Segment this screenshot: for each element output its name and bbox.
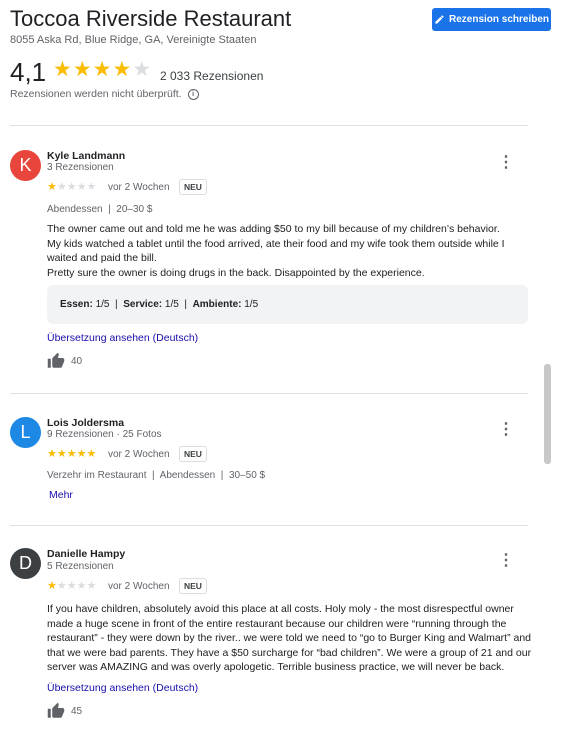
review-line: The owner came out and told me he was ad… (47, 223, 500, 235)
review-stars: ★ ★ ★ ★ ★ (47, 580, 96, 592)
star-icon: ★ (76, 580, 87, 592)
reviewer-stats: 5 Rezensionen (47, 561, 114, 572)
rating-attributes: Essen: 1/5 | Service: 1/5 | Ambiente: 1/… (47, 285, 528, 324)
review-text: The owner came out and told me he was ad… (47, 222, 532, 280)
star-icon: ★ (112, 58, 132, 81)
star-icon: ★ (66, 580, 77, 592)
average-rating: 4,1 (10, 57, 47, 87)
reviewer-stats: 3 Rezensionen (47, 162, 114, 173)
translate-link[interactable]: Übersetzung ansehen (Deutsch) (47, 682, 198, 694)
review-date: vor 2 Wochen (108, 449, 170, 460)
place-address: 8055 Aska Rd, Blue Ridge, GA, Vereinigte… (10, 34, 257, 46)
new-badge: NEU (179, 446, 207, 462)
reviewer-stats: 9 Rezensionen · 25 Fotos (47, 429, 162, 440)
avatar[interactable]: L (10, 417, 41, 448)
star-icon: ★ (56, 580, 67, 592)
review-date: vor 2 Wochen (108, 182, 170, 193)
divider (10, 525, 528, 526)
thumb-up-icon[interactable] (47, 702, 65, 720)
thumb-up-icon[interactable] (47, 352, 65, 370)
star-icon: ★ (86, 448, 97, 460)
pencil-icon (435, 15, 444, 24)
new-badge: NEU (179, 578, 207, 594)
food-value: 1/5 (95, 299, 110, 310)
star-icon: ★ (132, 58, 152, 81)
like-row: 40 (47, 352, 82, 370)
review-line: My kids watched a tablet until the food … (47, 237, 505, 265)
review-date: vor 2 Wochen (108, 581, 170, 592)
star-icon: ★ (72, 58, 92, 81)
like-count: 45 (71, 705, 83, 717)
star-icon: ★ (66, 448, 77, 460)
separator: | (115, 299, 118, 310)
star-icon: ★ (56, 181, 67, 193)
like-count: 40 (71, 355, 83, 367)
translate-link[interactable]: Übersetzung ansehen (Deutsch) (47, 332, 198, 344)
star-icon: ★ (47, 580, 57, 592)
reviewer-name[interactable]: Lois Joldersma (47, 417, 124, 429)
divider (10, 125, 528, 126)
star-icon: ★ (47, 181, 57, 193)
new-badge: NEU (179, 179, 207, 195)
divider (10, 393, 528, 394)
review-stars: ★ ★ ★ ★ ★ (47, 181, 96, 193)
more-options-icon[interactable]: ⋮ (498, 553, 514, 569)
star-icon: ★ (47, 448, 57, 460)
review-meta: Abendessen | 20–30 $ (47, 204, 153, 215)
review-line: If you have children, absolutely avoid t… (47, 603, 532, 674)
star-icon: ★ (56, 448, 67, 460)
write-review-label: Rezension schreiben (448, 14, 550, 25)
reviewer-name[interactable]: Kyle Landmann (47, 150, 125, 162)
star-icon: ★ (66, 181, 77, 193)
star-icon: ★ (76, 448, 87, 460)
like-row: 45 (47, 702, 82, 720)
unverified-text: Rezensionen werden nicht überprüft. (10, 88, 182, 100)
star-icon: ★ (86, 580, 97, 592)
ambience-value: 1/5 (244, 299, 259, 310)
average-stars: ★ ★ ★ ★ ★ (53, 59, 151, 81)
reviewer-name[interactable]: Danielle Hampy (47, 548, 125, 560)
separator: | (184, 299, 187, 310)
more-options-icon[interactable]: ⋮ (498, 155, 514, 171)
more-options-icon[interactable]: ⋮ (498, 422, 514, 438)
scrollbar-thumb[interactable] (544, 364, 551, 464)
more-link[interactable]: Mehr (49, 489, 73, 501)
review-text: If you have children, absolutely avoid t… (47, 602, 532, 675)
reviews-count-link[interactable]: 2 033 Rezensionen (160, 69, 263, 83)
star-icon: ★ (92, 58, 112, 81)
service-label: Service: (123, 299, 163, 310)
star-icon: ★ (76, 181, 87, 193)
ambience-label: Ambiente: (192, 299, 242, 310)
write-review-button[interactable]: Rezension schreiben (432, 8, 551, 31)
review-line: Pretty sure the owner is doing drugs in … (47, 266, 425, 279)
avatar[interactable]: K (10, 150, 41, 181)
review-meta: Verzehr im Restaurant | Abendessen | 30–… (47, 470, 266, 481)
service-value: 1/5 (164, 299, 179, 310)
unverified-note: Rezensionen werden nicht überprüft. i (10, 88, 199, 100)
place-title: Toccoa Riverside Restaurant (10, 6, 292, 31)
star-icon: ★ (53, 58, 72, 81)
food-label: Essen: (60, 299, 93, 310)
info-icon[interactable]: i (187, 88, 199, 100)
star-icon: ★ (86, 181, 97, 193)
review-stars: ★ ★ ★ ★ ★ (47, 448, 96, 460)
avatar[interactable]: D (10, 548, 41, 579)
